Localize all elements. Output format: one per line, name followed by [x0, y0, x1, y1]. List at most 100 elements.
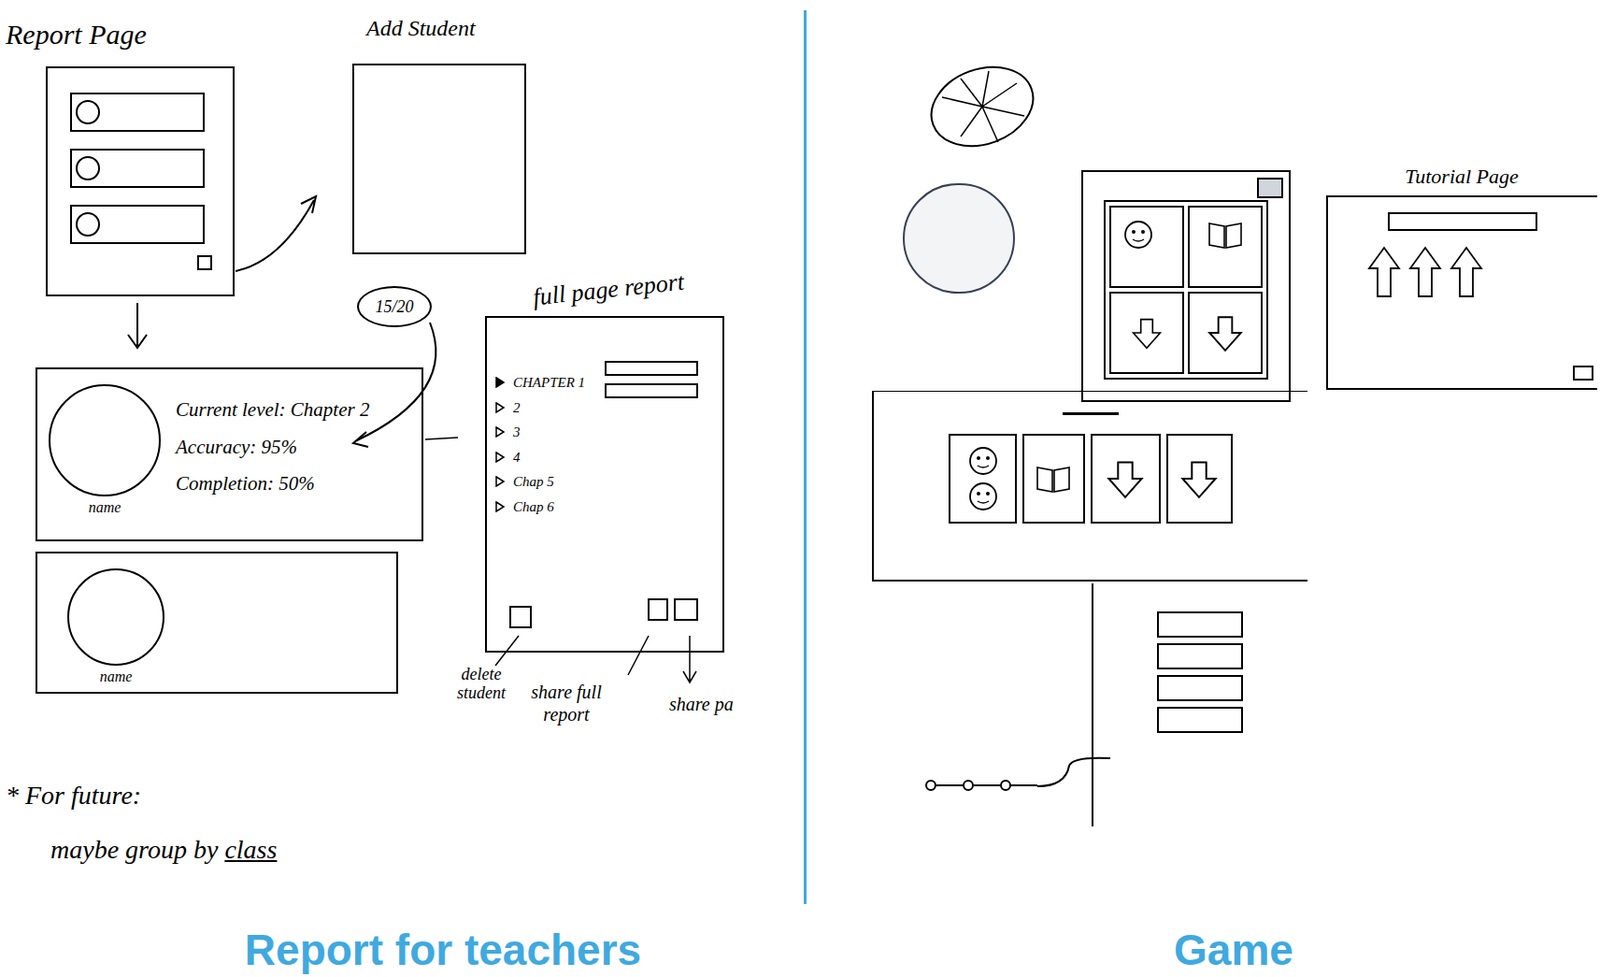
detail-bar	[604, 383, 699, 399]
chapter-row[interactable]: 2	[494, 397, 715, 419]
settings-icon[interactable]	[1257, 177, 1284, 199]
add-student-title: Add Student	[366, 11, 476, 45]
note-title: * For future:	[5, 775, 277, 815]
book-icon	[1034, 462, 1072, 495]
arrow-down-icon	[1178, 457, 1220, 500]
chapter-row[interactable]: Chap 5	[494, 471, 715, 493]
student-list-panel	[45, 66, 235, 297]
arrows	[1365, 245, 1486, 299]
flow-arrows-icon	[0, 0, 804, 977]
grid-cell[interactable]	[1187, 291, 1263, 374]
avatar-icon	[48, 384, 161, 497]
menu-button[interactable]	[1157, 706, 1243, 733]
student-row[interactable]	[70, 92, 205, 132]
node-link	[1011, 784, 1038, 786]
level-card[interactable]	[1090, 433, 1161, 524]
student-card[interactable]: name	[35, 551, 399, 694]
full-report-title: full page report	[530, 263, 686, 316]
student-row[interactable]	[70, 148, 205, 188]
orange-icon	[923, 59, 1042, 154]
level-node[interactable]	[962, 779, 974, 791]
chapter-row[interactable]: Chap 6	[494, 496, 715, 518]
chapter-row[interactable]: 3	[494, 421, 715, 443]
link-curve-icon	[1037, 752, 1113, 790]
student-detail-card[interactable]: name Current level: Chapter 2 Accuracy: 95…	[35, 367, 424, 542]
stats: Current level: Chapter 2 Accuracy: 95% Com…	[175, 384, 370, 500]
arrow-down-icon	[1129, 315, 1164, 350]
face-icon	[1122, 218, 1155, 251]
menu-panel	[1091, 583, 1307, 827]
avatar-icon	[75, 100, 100, 125]
add-student-button[interactable]	[197, 255, 213, 271]
grid-cell[interactable]	[1109, 291, 1185, 374]
section-divider	[803, 10, 807, 904]
chapter-toggle-icon[interactable]	[494, 500, 506, 513]
strip-handle	[1062, 412, 1119, 415]
face-icon	[967, 480, 1000, 513]
level-node[interactable]	[925, 779, 937, 791]
add-student-panel	[352, 63, 527, 255]
chapter-toggle-icon[interactable]	[494, 451, 506, 463]
chapter-toggle-icon[interactable]	[494, 376, 506, 388]
chapter-row[interactable]: 4	[494, 446, 715, 469]
note-body: maybe group by class	[5, 829, 277, 870]
level-card[interactable]	[1166, 433, 1234, 524]
level-node[interactable]	[1000, 779, 1012, 791]
future-note: * For future: maybe group by class	[5, 775, 277, 870]
grid-cell[interactable]	[1109, 205, 1185, 288]
chapter-detail	[604, 360, 699, 399]
menu-button[interactable]	[1157, 611, 1243, 638]
level-strip-panel	[871, 390, 1308, 582]
book-icon	[1206, 218, 1244, 251]
level-card[interactable]	[948, 433, 1017, 524]
score-badge: 15/20	[357, 285, 432, 328]
orange-circle-icon	[902, 183, 1015, 294]
current-level: Current level: Chapter 2	[175, 395, 370, 426]
avatar-icon	[75, 212, 100, 237]
chapter-toggle-icon[interactable]	[494, 401, 506, 414]
student-name: name	[100, 665, 133, 688]
arrow-down-icon	[1205, 313, 1245, 353]
chapter-toggle-icon[interactable]	[494, 426, 506, 438]
node-link	[936, 784, 963, 786]
sketch-board: Report Page Add Student 15/20 name Current l…	[0, 0, 1600, 977]
full-report-panel: CHAPTER 1234Chap 5Chap 6	[485, 315, 725, 653]
return-icon[interactable]	[1572, 365, 1594, 381]
report-title: Report Page	[5, 13, 147, 56]
level-card[interactable]	[1022, 433, 1085, 524]
share-full-report-button[interactable]	[647, 598, 669, 621]
section-labels: Report for teachersGame	[0, 917, 1600, 977]
delete-student-button[interactable]	[509, 605, 532, 629]
student-row[interactable]	[70, 204, 205, 244]
arrow-up-icon	[1365, 245, 1403, 299]
delete-student-label: delete student	[439, 665, 524, 703]
level-cards	[948, 433, 1233, 524]
tutorial-title: Tutorial Page	[1326, 160, 1598, 192]
share-page-label: share pa	[669, 689, 734, 718]
game-grid-panel	[1081, 170, 1291, 402]
arrow-down-icon	[1104, 457, 1146, 500]
avatar-icon	[75, 156, 100, 181]
section-label: Game	[885, 917, 1600, 977]
grid-cell[interactable]	[1187, 205, 1263, 288]
accuracy: Accuracy: 95%	[175, 432, 370, 463]
face-icon	[967, 444, 1000, 477]
share-page-button[interactable]	[673, 598, 699, 621]
student-name: name	[88, 496, 122, 519]
completion: Completion: 50%	[175, 469, 370, 500]
node-link	[973, 784, 1000, 786]
arrow-up-icon	[1406, 245, 1444, 299]
menu-button[interactable]	[1157, 674, 1243, 701]
arrow-up-icon	[1447, 245, 1486, 299]
instruction-box	[1387, 212, 1538, 231]
tutorial-frame	[1326, 195, 1598, 390]
avatar-icon	[67, 568, 165, 666]
avatar: name	[48, 384, 161, 519]
section-label: Report for teachers	[0, 917, 886, 977]
tutorial-panel: Tutorial Page	[1326, 157, 1598, 387]
chapter-toggle-icon[interactable]	[494, 475, 506, 487]
avatar: name	[67, 568, 165, 692]
game-grid	[1103, 200, 1269, 380]
menu-button[interactable]	[1157, 642, 1243, 670]
detail-bar	[604, 360, 699, 376]
